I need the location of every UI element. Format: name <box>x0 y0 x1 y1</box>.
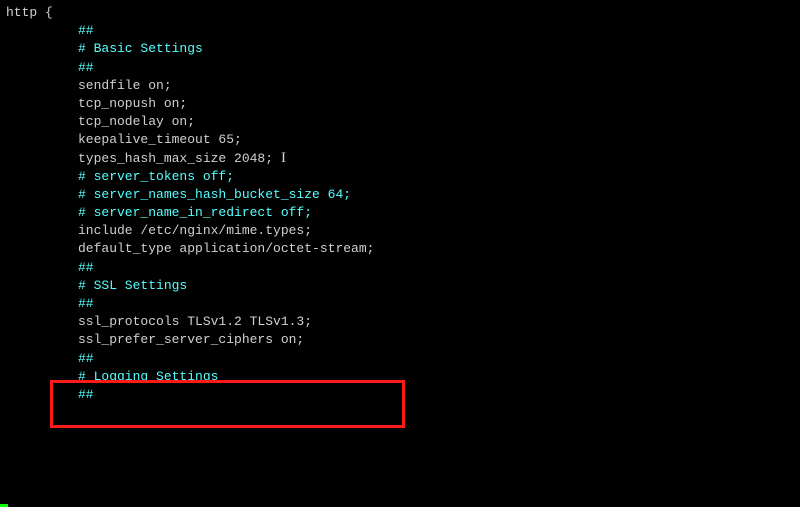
directive-ssl-prefer-ciphers: ssl_prefer_server_ciphers on; <box>6 331 794 349</box>
terminal-editor[interactable]: http { ## # Basic Settings ## sendfile o… <box>6 4 794 404</box>
directive-sendfile: sendfile on; <box>6 77 794 95</box>
comment-line: ## <box>6 59 794 77</box>
directive-types-hash: types_hash_max_size 2048; <box>6 150 794 168</box>
directive-keepalive: keepalive_timeout 65; <box>6 131 794 149</box>
config-line: http { <box>6 4 794 22</box>
directive-default-type: default_type application/octet-stream; <box>6 240 794 258</box>
directive-ssl-protocols: ssl_protocols TLSv1.2 TLSv1.3; <box>6 313 794 331</box>
directive-tcp-nopush: tcp_nopush on; <box>6 95 794 113</box>
comment-server-tokens: # server_tokens off; <box>6 168 794 186</box>
comment-line: ## <box>6 386 794 404</box>
comment-line: ## <box>6 295 794 313</box>
comment-line: ## <box>6 350 794 368</box>
comment-server-name-redirect: # server_name_in_redirect off; <box>6 204 794 222</box>
section-header-logging: # Logging Settings <box>6 368 794 386</box>
section-header-ssl: # SSL Settings <box>6 277 794 295</box>
section-header-basic: # Basic Settings <box>6 40 794 58</box>
comment-line: ## <box>6 22 794 40</box>
comment-server-names-hash: # server_names_hash_bucket_size 64; <box>6 186 794 204</box>
directive-tcp-nodelay: tcp_nodelay on; <box>6 113 794 131</box>
comment-line: ## <box>6 259 794 277</box>
directive-include-mime: include /etc/nginx/mime.types; <box>6 222 794 240</box>
